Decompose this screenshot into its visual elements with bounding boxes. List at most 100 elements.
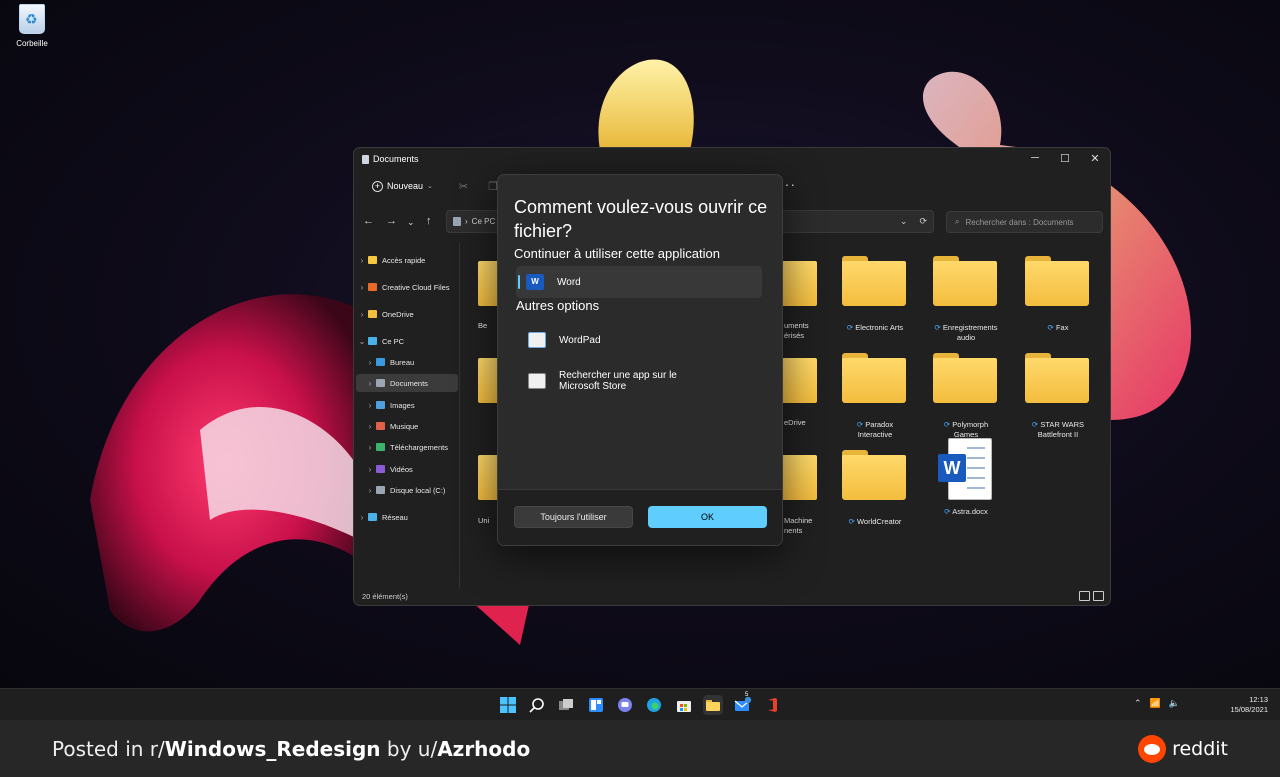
- folder-item[interactable]: ⟳ Electronic Arts: [842, 256, 908, 333]
- breadcrumb-root[interactable]: Ce PC: [472, 217, 496, 226]
- forward-arrow-icon[interactable]: →: [386, 215, 397, 227]
- sync-status-icon: ⟳: [934, 323, 941, 332]
- explorer-titlebar[interactable]: Documents: [354, 148, 1110, 170]
- folder-item[interactable]: ⟳ Polymorph Games: [933, 353, 999, 440]
- file-explorer-button[interactable]: [703, 695, 723, 715]
- folder-item[interactable]: ⟳ WorldCreator: [842, 450, 908, 527]
- wordpad-label: WordPad: [559, 334, 601, 346]
- sidebar-item-label: Musique: [390, 421, 419, 431]
- chevron-right-icon[interactable]: ›: [364, 358, 376, 367]
- search-icon: [529, 698, 544, 713]
- sidebar-item-1[interactable]: › Creative Cloud Files: [356, 278, 458, 296]
- chevron-right-icon[interactable]: ›: [364, 465, 376, 474]
- cut-icon[interactable]: ✂: [459, 180, 468, 193]
- sidebar-item-0[interactable]: › Accès rapide: [356, 251, 458, 269]
- up-arrow-icon[interactable]: ↑: [426, 215, 432, 227]
- sidebar-item-2[interactable]: › OneDrive: [356, 305, 458, 323]
- volume-icon[interactable]: 🔈: [1169, 698, 1180, 709]
- item-label-text: Enregistrements audio: [942, 323, 998, 342]
- folder-icon[interactable]: [782, 455, 817, 500]
- sidebar-item-9[interactable]: › Vidéos: [356, 460, 458, 478]
- wordpad-option[interactable]: WordPad: [516, 324, 762, 356]
- sidebar-item-11[interactable]: › Réseau: [356, 508, 458, 526]
- chevron-right-icon[interactable]: ›: [364, 486, 376, 495]
- recycle-bin-label: Corbeille: [16, 39, 48, 48]
- chevron-right-icon[interactable]: ›: [356, 310, 368, 319]
- close-button[interactable]: ✕: [1080, 148, 1110, 168]
- folder-icon[interactable]: [782, 261, 817, 306]
- mail-button[interactable]: 5: [733, 692, 753, 715]
- recycle-bin-icon: [19, 4, 45, 34]
- teams-chat-button[interactable]: [615, 695, 635, 715]
- refresh-icon[interactable]: ⟳: [919, 216, 927, 227]
- document-item[interactable]: W ⟳ Astra.docx: [933, 438, 999, 517]
- sidebar-item-label: Documents: [390, 378, 428, 388]
- chevron-right-icon[interactable]: ›: [356, 283, 368, 292]
- folder-item[interactable]: ⟳ Fax: [1025, 256, 1091, 333]
- ok-button[interactable]: OK: [648, 506, 767, 528]
- recycle-bin-shortcut[interactable]: Corbeille: [10, 4, 54, 48]
- chevron-right-icon[interactable]: ›: [356, 256, 368, 265]
- tiles-view-icon[interactable]: [1093, 591, 1104, 601]
- chevron-right-icon[interactable]: ›: [364, 379, 376, 388]
- sync-status-icon: ⟳: [1047, 323, 1054, 332]
- recent-chevron-icon[interactable]: ⌄: [407, 217, 415, 228]
- always-use-button[interactable]: Toujours l'utiliser: [514, 506, 633, 528]
- download-icon: [376, 443, 385, 451]
- sidebar-item-10[interactable]: › Disque local (C:): [356, 481, 458, 499]
- folder-label: Machine nents: [784, 516, 813, 535]
- item-label: ⟳ Astra.docx: [933, 507, 999, 517]
- edge-button[interactable]: [644, 695, 664, 715]
- folder-label: eDrive: [784, 418, 806, 427]
- chevron-down-icon[interactable]: ⌄: [356, 337, 368, 346]
- sync-status-icon: ⟳: [856, 420, 864, 429]
- wifi-icon[interactable]: 📶: [1150, 698, 1161, 709]
- details-view-icon[interactable]: [1079, 591, 1090, 601]
- search-input[interactable]: ⌕ Rechercher dans : Documents: [946, 211, 1103, 233]
- sidebar-item-4[interactable]: › Bureau: [356, 353, 458, 371]
- store-search-option[interactable]: Rechercher une app sur le Microsoft Stor…: [516, 365, 762, 397]
- sidebar-item-7[interactable]: › Musique: [356, 417, 458, 435]
- item-label-text: Fax: [1055, 323, 1069, 332]
- minimize-button[interactable]: ─: [1020, 148, 1050, 168]
- sidebar-item-8[interactable]: › Téléchargements: [356, 438, 458, 456]
- selection-indicator: [518, 275, 520, 289]
- sidebar-item-5[interactable]: › Documents: [356, 374, 458, 392]
- widgets-button[interactable]: [586, 695, 606, 715]
- search-placeholder: Rechercher dans : Documents: [965, 217, 1074, 227]
- office-button[interactable]: [762, 695, 782, 715]
- store-icon: [677, 701, 691, 712]
- chevron-right-icon[interactable]: ›: [356, 513, 368, 522]
- current-app-option[interactable]: W Word: [516, 266, 762, 298]
- task-view-button[interactable]: [556, 695, 576, 715]
- username[interactable]: Azrhodo: [437, 737, 530, 761]
- chevron-right-icon[interactable]: ›: [364, 443, 376, 452]
- folder-item[interactable]: ⟳ Enregistrements audio: [933, 256, 999, 343]
- back-arrow-icon[interactable]: ←: [363, 215, 374, 227]
- sidebar-item-3[interactable]: ⌄ Ce PC: [356, 332, 458, 350]
- search-taskbar-button[interactable]: [527, 695, 547, 715]
- dialog-footer: Toujours l'utiliser OK: [498, 489, 782, 545]
- new-button[interactable]: + Nouveau ⌄: [366, 177, 439, 196]
- widgets-icon: [589, 698, 603, 712]
- folder-label: Be: [478, 321, 488, 330]
- word-icon: W: [526, 274, 544, 290]
- folder-icon[interactable]: [782, 358, 817, 403]
- sidebar-item-6[interactable]: › Images: [356, 396, 458, 414]
- chevron-right-icon[interactable]: ›: [364, 401, 376, 410]
- address-dropdown-icon[interactable]: ⌄: [900, 216, 908, 227]
- maximize-button[interactable]: ☐: [1050, 148, 1080, 168]
- reddit-snoo-icon: [1138, 735, 1167, 763]
- store-button[interactable]: [674, 695, 694, 715]
- chevron-right-icon[interactable]: ›: [364, 422, 376, 431]
- item-label: ⟳ Electronic Arts: [842, 323, 908, 333]
- folder-item[interactable]: ⟳ Paradox Interactive: [842, 353, 908, 440]
- chevron-up-icon[interactable]: ⌃: [1134, 698, 1142, 709]
- plus-icon: +: [372, 180, 383, 192]
- clock[interactable]: 12:13 15/08/2021: [1230, 695, 1268, 715]
- folder-label: Uni: [478, 516, 490, 525]
- folder-item[interactable]: ⟳ STAR WARS Battlefront II: [1025, 353, 1091, 440]
- start-button[interactable]: [498, 695, 518, 715]
- subreddit-name[interactable]: Windows_Redesign: [165, 737, 381, 761]
- search-icon: ⌕: [955, 217, 960, 226]
